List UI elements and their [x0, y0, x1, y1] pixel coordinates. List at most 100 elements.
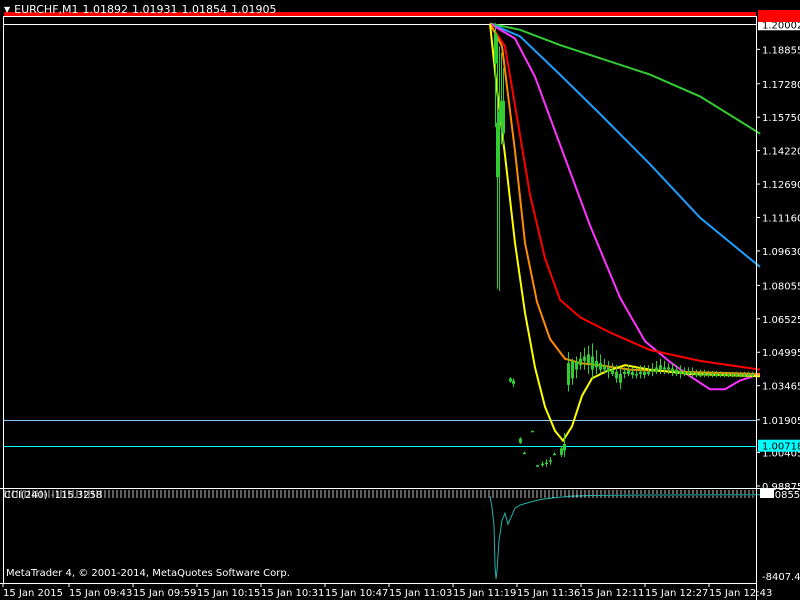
time-tick-label-1: 15 Jan 09:43	[69, 588, 132, 599]
price-tick-label-3: 1.14220	[762, 147, 800, 158]
candle-body-47	[687, 371, 690, 374]
candle-body-44	[675, 369, 678, 374]
candle-body-26	[603, 365, 606, 370]
candle-body-0	[494, 33, 497, 64]
candle-body-12	[545, 462, 548, 465]
candle-body-32	[627, 369, 630, 374]
candle-body-33	[631, 371, 634, 376]
candle-body-5	[509, 378, 512, 382]
candle-body-48	[691, 371, 694, 374]
time-tick-label-2: 15 Jan 09:59	[133, 588, 196, 599]
candle-body-29	[615, 371, 618, 379]
price-tick-label-7: 1.08055	[762, 281, 800, 292]
candle-body-6	[512, 380, 515, 384]
candle-body-61	[743, 374, 746, 377]
candle-body-24	[595, 360, 598, 368]
time-tick-label-5: 15 Jan 10:47	[325, 588, 388, 599]
low-price: 1.01854	[181, 3, 228, 16]
candle-body-59	[735, 374, 738, 377]
candle-body-22	[587, 354, 590, 364]
indicator-title: CCI(240) -115.3258	[4, 490, 103, 501]
candle-body-52	[707, 373, 710, 376]
candle-body-17	[567, 363, 570, 385]
symbol-timeframe: EURCHF,M1	[14, 3, 79, 16]
candle-body-11	[541, 463, 544, 466]
time-tick-label-9: 15 Jan 12:11	[581, 588, 644, 599]
time-tick-label-7: 15 Jan 11:19	[453, 588, 516, 599]
chart-background	[0, 0, 800, 600]
time-tick-label-10: 15 Jan 12:27	[645, 588, 708, 599]
candle-body-21	[583, 356, 586, 361]
chart-canvas: 1.18855 1.17280 1.15750 1.14220 1.12690 1.111…	[0, 0, 800, 600]
candle-body-46	[683, 371, 686, 374]
candle-body-39	[655, 367, 658, 372]
candle-body-55	[719, 373, 722, 376]
price-tick-label-4: 1.12690	[762, 180, 800, 191]
candle-body-41	[663, 367, 666, 370]
candle-body-2	[498, 111, 501, 123]
candle-body-4	[502, 100, 505, 134]
candle-body-15	[560, 448, 563, 455]
price-tick-label-6: 1.09630	[762, 247, 800, 258]
candle-body-23	[591, 356, 594, 370]
price-tick-label-2: 1.15750	[762, 113, 800, 124]
candle-body-34	[635, 373, 638, 376]
candle-body-18	[571, 360, 574, 379]
candle-body-28	[611, 369, 614, 374]
price-level-label-1: 1.20380	[762, 12, 800, 23]
candle-body-8	[523, 452, 526, 455]
candle-body-45	[679, 370, 682, 374]
candle-body-37	[647, 371, 650, 374]
time-tick-label-6: 15 Jan 11:03	[389, 588, 452, 599]
candle-body-14	[553, 453, 556, 456]
time-tick-label-3: 15 Jan 10:15	[197, 588, 260, 599]
candle-body-56	[723, 374, 726, 376]
time-tick-label-4: 15 Jan 10:31	[261, 588, 324, 599]
candle-body-38	[651, 369, 654, 372]
candle-body-30	[619, 373, 622, 383]
candle-body-36	[643, 371, 646, 376]
price-tick-label-5: 1.11160	[762, 214, 800, 225]
price-tick-label-9: 1.04995	[762, 348, 800, 359]
candle-body-42	[667, 367, 670, 370]
candle-body-62	[747, 374, 750, 376]
candle-body-10	[536, 465, 539, 467]
candle-body-19	[575, 361, 578, 370]
candle-body-60	[739, 374, 742, 376]
cci-min-label: -8407.421	[762, 572, 800, 583]
candle-body-40	[659, 365, 662, 370]
high-price: 1.01931	[132, 3, 178, 16]
time-tick-label-8: 15 Jan 11:36	[517, 588, 580, 599]
candle-body-58	[731, 374, 734, 376]
candle-body-49	[695, 372, 698, 376]
candle-body-13	[549, 460, 552, 462]
candle-body-7	[519, 438, 522, 443]
chevron-down-icon[interactable]: ▼	[4, 3, 10, 17]
candle-body-63	[751, 374, 754, 377]
close-price: 1.01905	[231, 3, 277, 16]
time-tick-label-11: 15 Jan 12:43	[709, 588, 772, 599]
candle-body-27	[607, 367, 610, 372]
copyright-text: MetaTrader 4, © 2001-2014, MetaQuotes So…	[6, 568, 290, 579]
candle-body-43	[671, 368, 674, 372]
price-tick-label-0: 1.18855	[762, 45, 800, 56]
candle-body-54	[715, 373, 718, 377]
price-tick-label-10: 1.03465	[762, 382, 800, 393]
candle-body-51	[703, 372, 706, 376]
price-tick-label-1: 1.17280	[762, 80, 800, 91]
price-tick-label-11: 1.01905	[762, 416, 800, 427]
candle-body-57	[727, 374, 730, 377]
cci-scale-box	[760, 488, 774, 498]
candle-body-9	[531, 430, 534, 433]
candle-body-25	[599, 363, 602, 370]
candle-body-53	[711, 373, 714, 376]
candle-body-50	[699, 373, 702, 377]
chart-header: ▼ EURCHF,M1 1.01892 1.01931 1.01854 1.01…	[4, 3, 277, 17]
candle-body-35	[639, 371, 642, 374]
open-price: 1.01892	[82, 3, 129, 16]
candle-body-1	[496, 122, 499, 178]
price-tick-label-8: 1.06525	[762, 315, 800, 326]
time-tick-label-0: 15 Jan 2015	[3, 588, 63, 599]
candle-body-16	[563, 443, 566, 451]
price-level-label-2: 1.00718	[762, 442, 800, 453]
